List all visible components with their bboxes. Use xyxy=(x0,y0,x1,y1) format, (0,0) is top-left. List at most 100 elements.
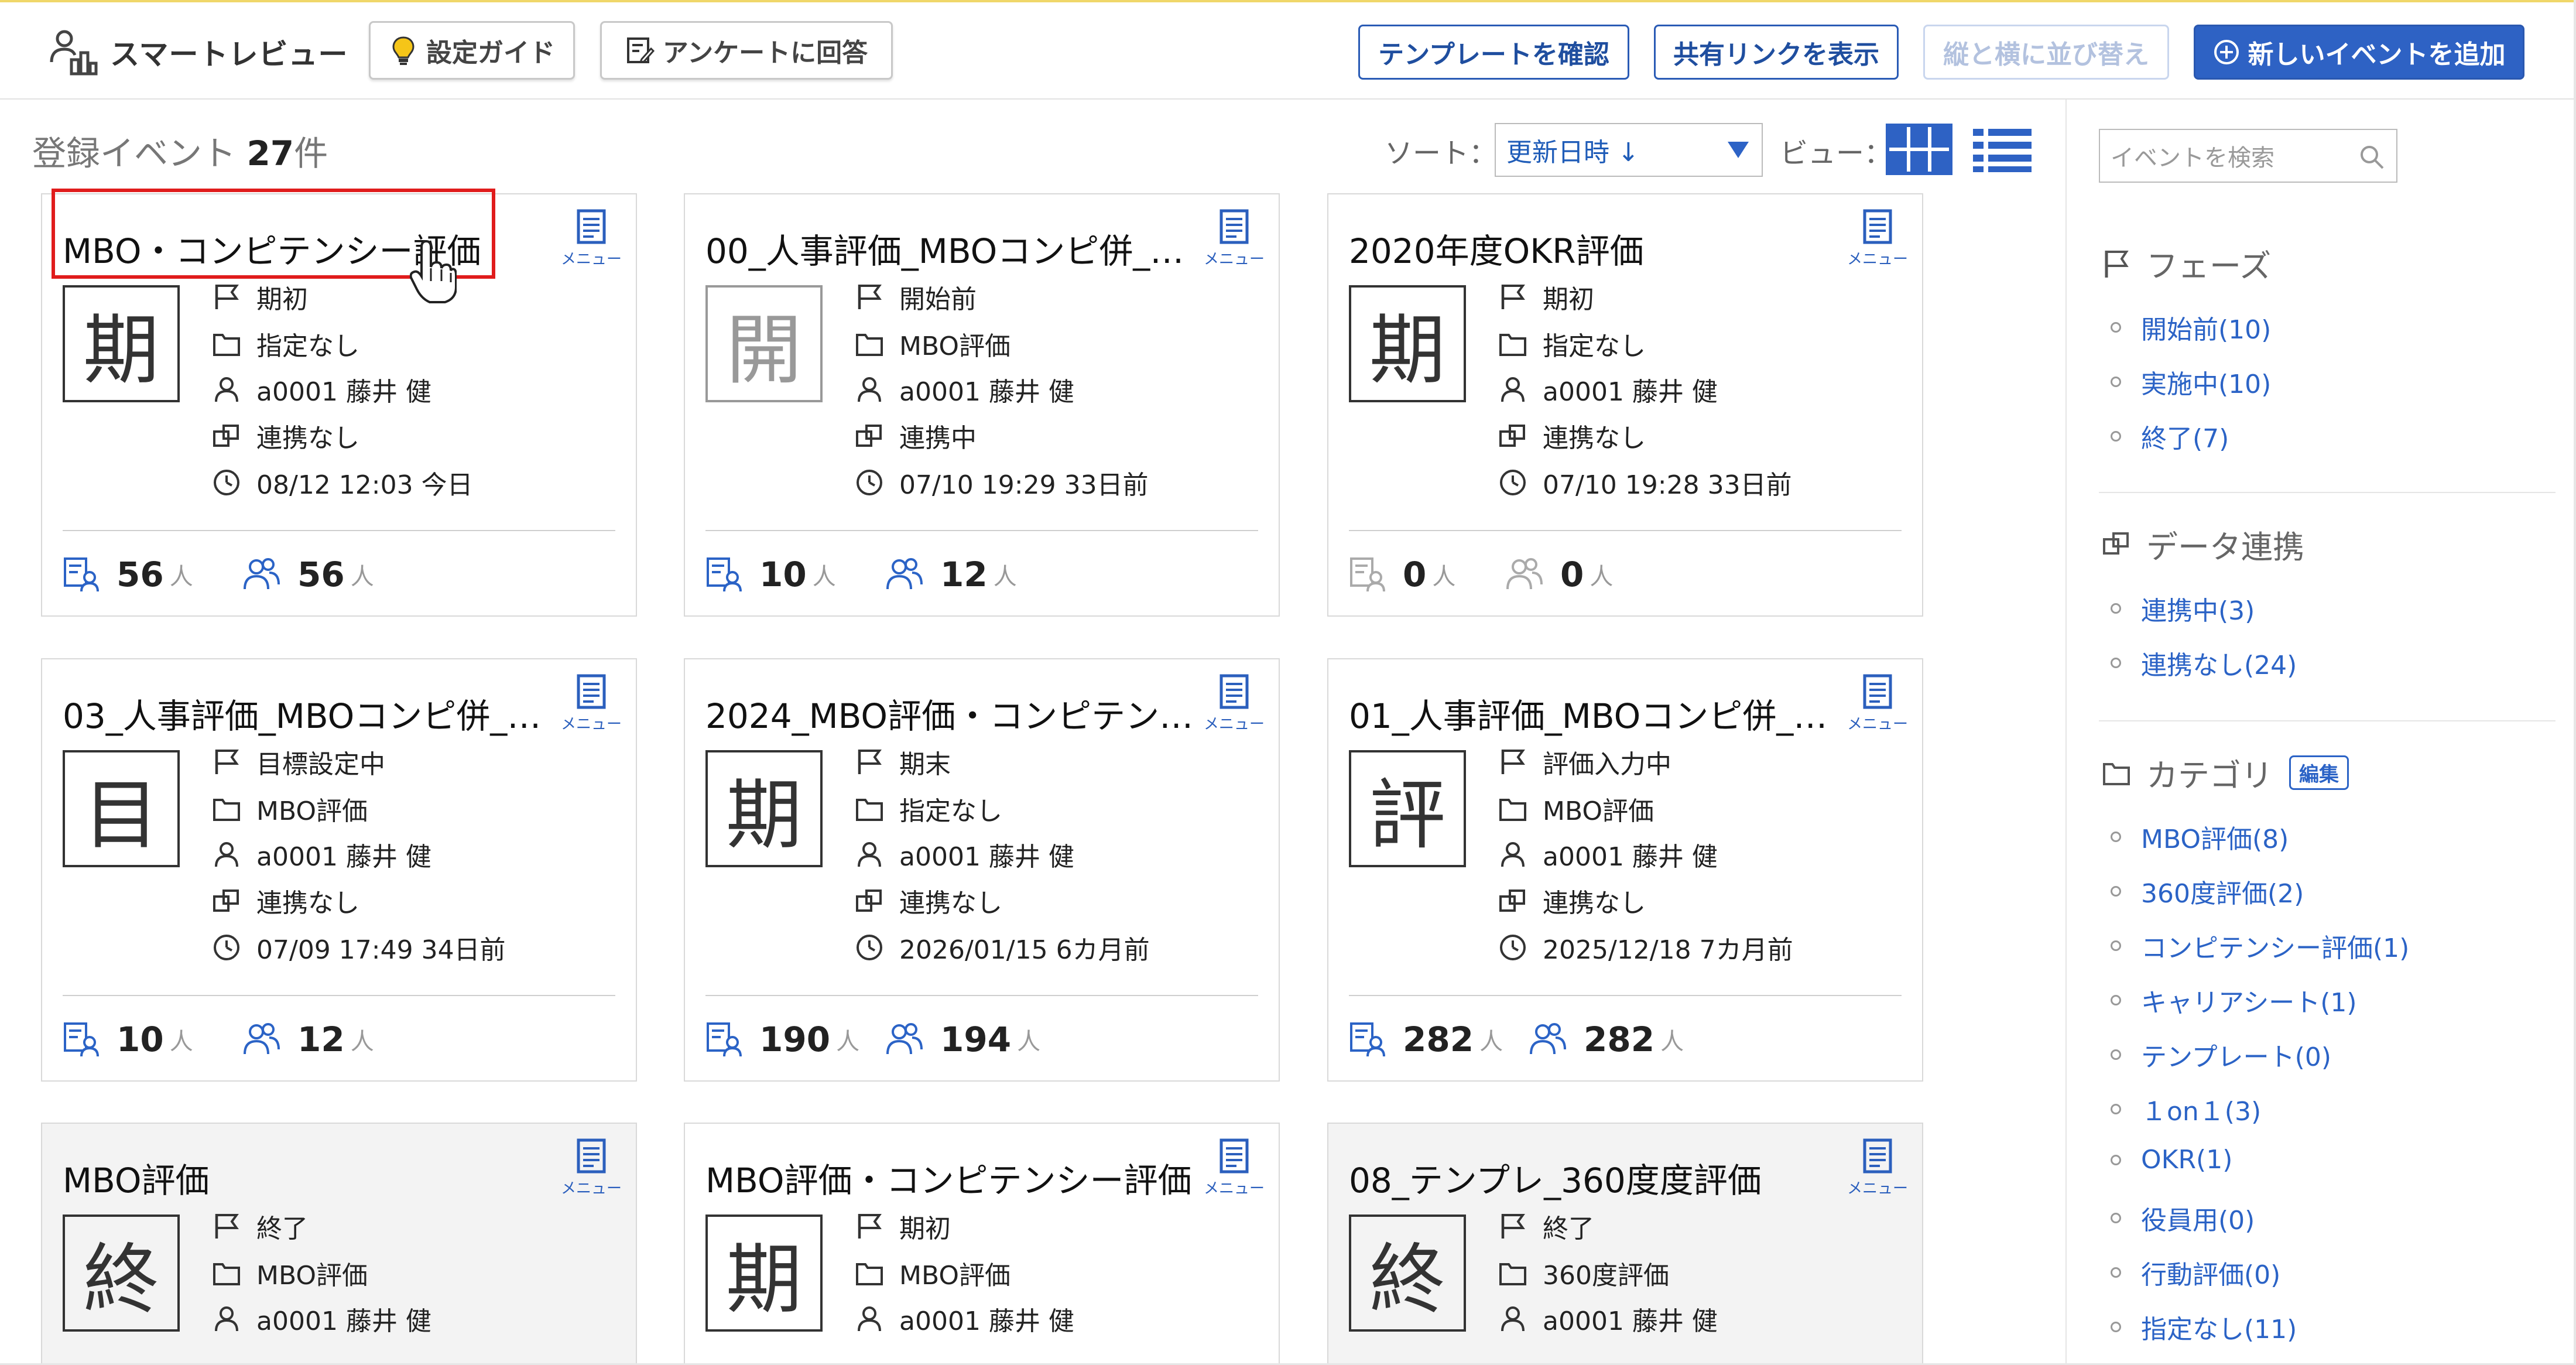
event-card-title[interactable]: MBO評価・コンピテンシー評価 xyxy=(705,1153,1209,1202)
event-card[interactable]: 01_人事評価_MBOコンピ併_… メニュー評 評価入力中 MBO評価 a0001 藤井… xyxy=(1327,658,1923,1082)
card-category: MBO評価 xyxy=(212,1254,368,1292)
window-edge xyxy=(2574,0,2576,1365)
category-filter-item[interactable]: 役員用(0) xyxy=(2111,1199,2255,1237)
show-share-link-button[interactable]: 共有リンクを表示 xyxy=(1654,25,1899,80)
menu-document-icon xyxy=(1863,674,1892,709)
flag-icon xyxy=(858,750,882,774)
event-card[interactable]: 03_人事評価_MBOコンピ併_… メニュー目 目標設定中 MBO評価 a0001 藤井… xyxy=(41,658,637,1082)
event-search-input[interactable]: イベントを検索 xyxy=(2099,129,2397,183)
card-menu-button[interactable]: メニュー xyxy=(1842,208,1913,269)
category-filter-item[interactable]: OKR(1) xyxy=(2111,1145,2232,1175)
data-link-filter-item[interactable]: 連携なし(24) xyxy=(2111,644,2297,682)
reorder-button[interactable]: 縦と横に並び替え xyxy=(1923,25,2169,80)
card-owner-text: a0001 藤井 健 xyxy=(1543,842,1718,872)
sidebar-divider xyxy=(2065,100,2067,1365)
card-menu-button[interactable]: メニュー xyxy=(556,1138,626,1198)
category-filter-item[interactable]: １on１(3) xyxy=(2111,1090,2261,1128)
event-card-title[interactable]: 2024_MBO評価・コンピテン… xyxy=(705,689,1209,738)
card-menu-button[interactable]: メニュー xyxy=(1842,1138,1913,1198)
event-card-title[interactable]: 00_人事評価_MBOコンピ併_… xyxy=(705,224,1209,273)
card-menu-button[interactable]: メニュー xyxy=(1199,1138,1269,1198)
data-link-filter-item[interactable]: 連携中(3) xyxy=(2111,590,2255,627)
card-menu-button[interactable]: メニュー xyxy=(1842,673,1913,734)
data-link-filter-item-label: 連携中(3) xyxy=(2141,596,2255,626)
category-edit-button[interactable]: 編集 xyxy=(2289,755,2349,790)
add-event-label: 新しいイベントを追加 xyxy=(2248,40,2506,70)
event-card[interactable]: MBO評価・コンピテンシー評価 メニュー期 期初 MBO評価 a0001 藤井 健 xyxy=(684,1123,1280,1365)
check-template-button[interactable]: テンプレートを確認 xyxy=(1358,25,1629,80)
category-filter-item[interactable]: コンピテンシー評価(1) xyxy=(2111,927,2409,964)
category-filter-item-label: OKR(1) xyxy=(2141,1145,2233,1175)
category-filter-item[interactable]: 360度評価(2) xyxy=(2111,873,2304,910)
target-person-icon xyxy=(64,1022,99,1057)
card-divider xyxy=(705,530,1258,531)
evaluator-count: 194 人 xyxy=(884,1020,1040,1059)
event-card-title[interactable]: 08_テンプレ_360度度評価 xyxy=(1349,1153,1852,1202)
evaluators-icon xyxy=(886,558,923,590)
card-phase-text: 期初 xyxy=(256,285,308,314)
survey-button[interactable]: アンケートに回答 xyxy=(600,21,893,80)
card-link-status-text: 連携なし xyxy=(256,888,359,918)
card-owner-text: a0001 藤井 健 xyxy=(256,377,431,407)
flag-icon xyxy=(215,750,239,774)
category-filter-item-label: 行動評価(0) xyxy=(2141,1260,2281,1290)
category-filter-item[interactable]: テンプレート(0) xyxy=(2111,1036,2331,1073)
category-filter-item[interactable]: キャリアシート(1) xyxy=(2111,981,2357,1019)
card-menu-label: メニュー xyxy=(1203,716,1265,733)
app-brand[interactable]: スマートレビュー xyxy=(47,26,348,78)
folder-icon xyxy=(1499,334,1526,356)
category-filter-item[interactable]: 行動評価(0) xyxy=(2111,1254,2280,1291)
card-link-status-text: 連携中 xyxy=(899,423,977,453)
data-link-filter-heading: データ連携 xyxy=(2102,521,2304,567)
category-filter-heading: カテゴリ 編集 xyxy=(2102,750,2349,796)
card-menu-button[interactable]: メニュー xyxy=(1199,673,1269,734)
card-category-text: 指定なし xyxy=(1543,331,1646,361)
sort-select[interactable]: 更新日時 ↓ xyxy=(1495,123,1763,177)
event-card[interactable]: MBO評価 メニュー終終了 MBO評価 a0001 藤井 健 xyxy=(41,1123,637,1365)
sidebar-separator xyxy=(2099,720,2556,721)
target-count-value: 190 xyxy=(759,1020,831,1059)
search-icon xyxy=(2361,146,2384,169)
bullet-icon xyxy=(2111,832,2121,842)
event-card[interactable]: 00_人事評価_MBOコンピ併_… メニュー開 開始前 MBO評価 a0001 藤井 健… xyxy=(684,193,1280,617)
list-view-icon[interactable] xyxy=(1968,123,2036,176)
folder-icon xyxy=(1499,799,1526,821)
person-unit: 人 xyxy=(1590,563,1614,590)
card-menu-label: メニュー xyxy=(560,1180,622,1198)
top-toolbar: スマートレビュー 設定ガイド アンケートに回答 テンプレートを確認 共有リンクを… xyxy=(0,0,2576,100)
phase-filter-item[interactable]: 開始前(10) xyxy=(2111,309,2271,346)
phase-filter-item[interactable]: 終了(7) xyxy=(2111,418,2229,455)
setup-guide-button[interactable]: 設定ガイド xyxy=(369,21,575,80)
card-category-text: MBO評価 xyxy=(256,1261,368,1291)
flag-icon xyxy=(1501,750,1525,774)
card-menu-button[interactable]: メニュー xyxy=(556,673,626,734)
sidebar-separator xyxy=(2099,492,2556,493)
target-count: 10 人 xyxy=(705,555,836,594)
check-template-label: テンプレートを確認 xyxy=(1378,40,1609,70)
category-filter-item[interactable]: 指定なし(11) xyxy=(2111,1308,2297,1346)
phase-filter-item[interactable]: 実施中(10) xyxy=(2111,363,2271,401)
card-menu-button[interactable]: メニュー xyxy=(1199,208,1269,269)
category-filter-item[interactable]: MBO評価(8) xyxy=(2111,818,2289,856)
card-owner: a0001 藤井 健 xyxy=(855,1300,1074,1337)
bullet-icon xyxy=(2111,322,2121,333)
event-card[interactable]: 08_テンプレ_360度度評価 メニュー終 終了 360度評価 a0001 藤井 健 xyxy=(1327,1123,1923,1365)
card-owner: a0001 藤井 健 xyxy=(855,371,1074,408)
event-card-title[interactable]: 01_人事評価_MBOコンピ併_… xyxy=(1349,689,1852,738)
reorder-label: 縦と横に並び替え xyxy=(1943,40,2149,70)
add-event-button[interactable]: 新しいイベントを追加 xyxy=(2194,25,2524,80)
card-menu-button[interactable]: メニュー xyxy=(556,208,626,269)
category-filter-item-label: 役員用(0) xyxy=(2141,1206,2255,1236)
card-owner-text: a0001 藤井 健 xyxy=(256,842,431,872)
grid-view-icon[interactable] xyxy=(1885,123,1953,176)
event-card-title[interactable]: MBO評価 xyxy=(63,1153,566,1202)
event-card-title[interactable]: 03_人事評価_MBOコンピ併_… xyxy=(63,689,566,738)
event-card-title[interactable]: 2020年度OKR評価 xyxy=(1349,224,1852,273)
event-card[interactable]: 2020年度OKR評価 メニュー期 期初 指定なし a0001 藤井 健連携なし 07/1… xyxy=(1327,193,1923,617)
view-label: ビュー： xyxy=(1780,137,1893,170)
card-category: MBO評価 xyxy=(855,325,1010,362)
person-unit: 人 xyxy=(350,1028,374,1055)
event-card[interactable]: 2024_MBO評価・コンピテン… メニュー期 期末 指定なし a0001 藤井 健連携… xyxy=(684,658,1280,1082)
data-link-filter-item-label: 連携なし(24) xyxy=(2141,651,2297,680)
bullet-icon xyxy=(2111,1104,2121,1114)
